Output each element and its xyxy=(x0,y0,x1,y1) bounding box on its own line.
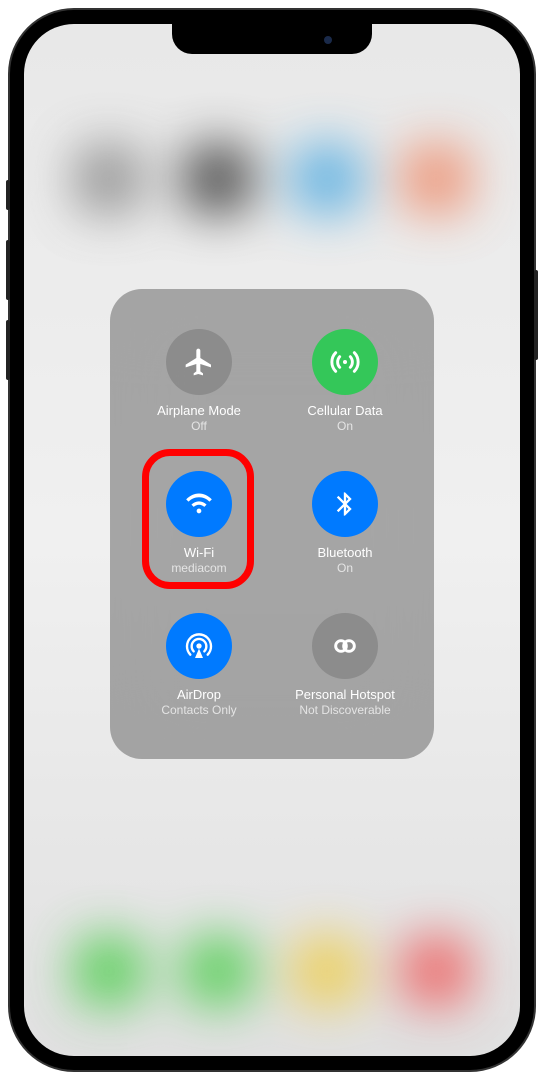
airplane-mode-status: Off xyxy=(191,419,207,435)
airplane-mode-label: Airplane Mode xyxy=(157,403,241,419)
cellular-data-control[interactable]: Cellular Data On xyxy=(274,315,416,449)
cellular-data-status: On xyxy=(337,419,353,435)
bluetooth-status: On xyxy=(337,561,353,577)
phone-frame: Airplane Mode Off Cellular Data On xyxy=(10,10,534,1070)
cellular-icon xyxy=(329,346,361,378)
bluetooth-control[interactable]: Bluetooth On xyxy=(274,457,416,591)
hotspot-button[interactable] xyxy=(312,613,378,679)
connectivity-panel: Airplane Mode Off Cellular Data On xyxy=(110,289,434,759)
power-button xyxy=(534,270,538,360)
airdrop-icon xyxy=(183,630,215,662)
airdrop-status: Contacts Only xyxy=(161,703,236,719)
volume-up-button xyxy=(6,240,10,300)
cellular-data-button[interactable] xyxy=(312,329,378,395)
airdrop-label: AirDrop xyxy=(177,687,221,703)
notch xyxy=(172,24,372,54)
hotspot-label: Personal Hotspot xyxy=(295,687,395,703)
wifi-icon xyxy=(185,490,213,518)
bluetooth-icon xyxy=(331,490,359,518)
screen: Airplane Mode Off Cellular Data On xyxy=(24,24,520,1056)
airplane-icon xyxy=(183,346,215,378)
bluetooth-label: Bluetooth xyxy=(318,545,373,561)
airdrop-control[interactable]: AirDrop Contacts Only xyxy=(128,599,270,733)
hotspot-control[interactable]: Personal Hotspot Not Discoverable xyxy=(274,599,416,733)
cellular-data-label: Cellular Data xyxy=(307,403,382,419)
wifi-label: Wi-Fi xyxy=(184,545,214,561)
volume-down-button xyxy=(6,320,10,380)
airplane-mode-control[interactable]: Airplane Mode Off xyxy=(128,315,270,449)
wifi-button[interactable] xyxy=(166,471,232,537)
mute-switch xyxy=(6,180,10,210)
bluetooth-button[interactable] xyxy=(312,471,378,537)
wifi-control[interactable]: Wi-Fi mediacom xyxy=(128,457,270,591)
hotspot-icon xyxy=(329,630,361,662)
hotspot-status: Not Discoverable xyxy=(299,703,390,719)
airplane-mode-button[interactable] xyxy=(166,329,232,395)
airdrop-button[interactable] xyxy=(166,613,232,679)
wifi-status: mediacom xyxy=(171,561,226,577)
